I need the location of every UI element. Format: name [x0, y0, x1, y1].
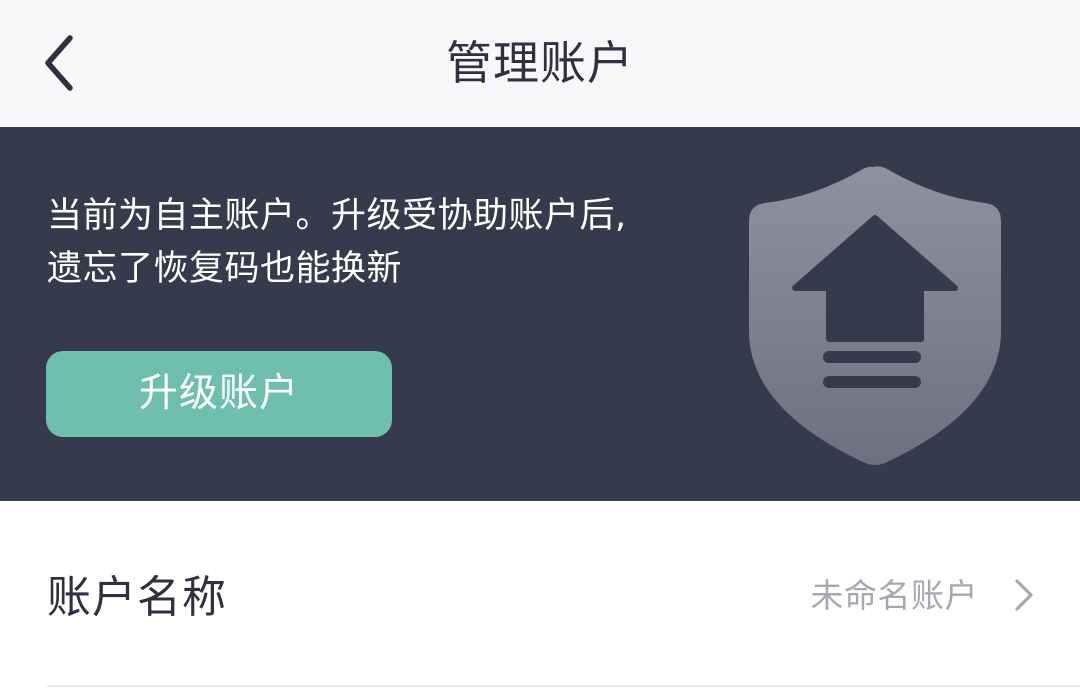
manage-account-screen: 管理账户 当前为自主账户。升级受协助账户后, 遗忘了恢复码也能换新 升级账户 账…	[0, 0, 1080, 694]
top-navigation-bar: 管理账户	[0, 0, 1080, 127]
chevron-right-icon	[1015, 579, 1033, 611]
upgrade-banner: 当前为自主账户。升级受协助账户后, 遗忘了恢复码也能换新 升级账户	[0, 127, 1080, 501]
banner-line-1: 当前为自主账户。升级受协助账户后,	[47, 196, 627, 236]
row-divider	[47, 685, 1080, 687]
page-title: 管理账户	[446, 36, 634, 90]
banner-description: 当前为自主账户。升级受协助账户后, 遗忘了恢复码也能换新	[47, 190, 707, 296]
account-name-label: 账户名称	[47, 572, 227, 623]
account-name-value: 未命名账户	[810, 576, 978, 615]
shield-upgrade-icon	[749, 166, 1001, 466]
banner-line-2: 遗忘了恢复码也能换新	[47, 249, 403, 289]
chevron-left-icon	[45, 35, 73, 91]
account-name-row[interactable]: 账户名称 未命名账户	[0, 501, 1080, 685]
back-button[interactable]	[28, 28, 92, 98]
upgrade-account-button[interactable]: 升级账户	[46, 351, 392, 437]
